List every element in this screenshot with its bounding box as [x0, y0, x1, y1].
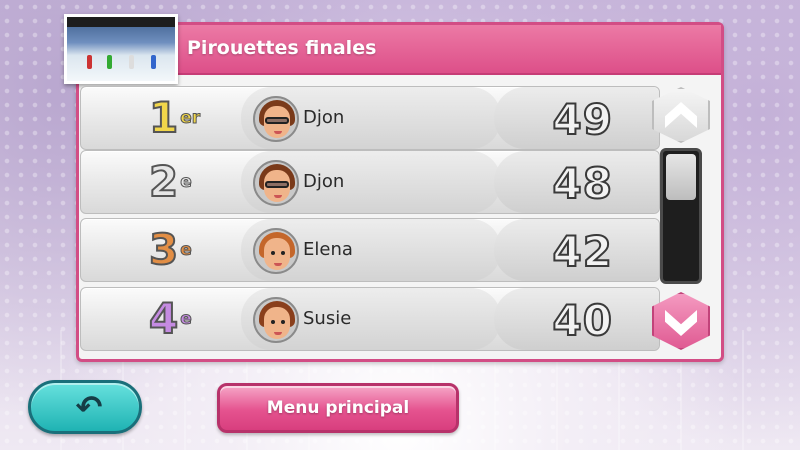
leaderboard-row: 4e Susie 40: [80, 287, 660, 351]
mii-avatar: [253, 228, 299, 274]
mii-avatar: [253, 96, 299, 142]
main-menu-button[interactable]: Menu principal: [217, 383, 459, 433]
chevron-up-icon: [665, 102, 697, 128]
leaderboard-row: 2e Djon 48: [80, 150, 660, 214]
player-name: Djon: [303, 171, 345, 192]
rank-cell: 4e: [81, 288, 251, 350]
thumbnail-figure: [107, 55, 112, 69]
score-value: 49: [552, 94, 613, 145]
chevron-down-icon: [665, 310, 697, 336]
panel-title: Pirouettes finales: [187, 37, 377, 59]
rank-label: 2e: [148, 157, 192, 206]
rank-label: 1 er: [148, 93, 201, 142]
back-arrow-icon: ↶: [75, 388, 103, 426]
rank-label: 4e: [148, 294, 192, 343]
thumbnail-figure: [151, 55, 156, 69]
player-name: Djon: [303, 107, 345, 128]
thumbnail-hud: [67, 17, 175, 27]
score-value: 40: [552, 295, 613, 346]
back-button[interactable]: ↶: [28, 380, 142, 434]
score-value: 48: [552, 158, 613, 209]
player-name: Susie: [303, 308, 352, 329]
event-thumbnail: [64, 14, 178, 84]
thumbnail-figure: [129, 55, 134, 69]
rank-label: 3e: [148, 225, 192, 274]
rank-cell: 1 er: [81, 87, 251, 149]
leaderboard-row: 3e Elena 42: [80, 218, 660, 282]
thumbnail-figure: [87, 55, 92, 69]
leaderboard-row: 1 er Djon 49: [80, 86, 660, 150]
scrollbar-track[interactable]: [660, 148, 702, 284]
rank-cell: 3e: [81, 219, 251, 281]
scrollbar-thumb[interactable]: [666, 154, 696, 200]
mii-avatar: [253, 160, 299, 206]
rank-cell: 2e: [81, 151, 251, 213]
mii-avatar: [253, 297, 299, 343]
score-value: 42: [552, 226, 613, 277]
player-name: Elena: [303, 239, 353, 260]
